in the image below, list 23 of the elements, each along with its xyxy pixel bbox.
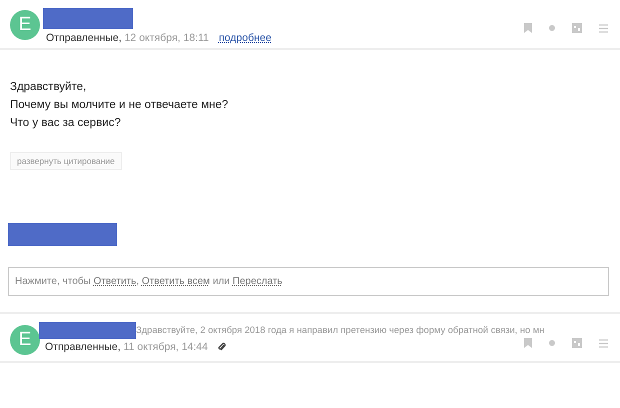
message-preview: Здравствуйте, 2 октября 2018 года я направил претензию через форму обратной связи, но мн [136, 325, 544, 335]
dot-icon[interactable] [549, 340, 555, 346]
avatar: E [10, 325, 40, 355]
calendar-icon[interactable] [572, 23, 582, 33]
reply-link[interactable]: Ответить [93, 276, 136, 287]
message-text: Что у вас за сервис? [10, 116, 122, 131]
reply-link[interactable]: Переслать [232, 276, 282, 287]
calendar-icon[interactable] [572, 338, 582, 348]
reply-link[interactable]: Ответить всем [142, 276, 210, 287]
avatar: E [10, 10, 40, 40]
reply-field[interactable]: Нажмите, чтобы Ответить, Ответить всем или Переслать [8, 267, 609, 296]
message-meta: Отправленные, 12 октября, 18:11 [46, 32, 209, 44]
message-meta: Отправленные, 11 октября, 14:44 [45, 341, 208, 353]
bookmark-icon[interactable] [524, 338, 532, 348]
menu-icon[interactable] [599, 338, 608, 348]
message-text: Почему вы молчите и не отвечаете мне? [10, 98, 230, 113]
expand-quote-button[interactable]: развернуть цитирование [10, 152, 122, 170]
bookmark-icon[interactable] [524, 23, 532, 33]
details-link[interactable]: подробнее [218, 32, 272, 44]
dot-icon[interactable] [549, 25, 555, 31]
reply-prompt: Нажмите, чтобы Ответить, Ответить всем или Переслать [15, 276, 282, 287]
message-text: Здравствуйте, [10, 80, 88, 95]
menu-icon[interactable] [599, 24, 608, 32]
